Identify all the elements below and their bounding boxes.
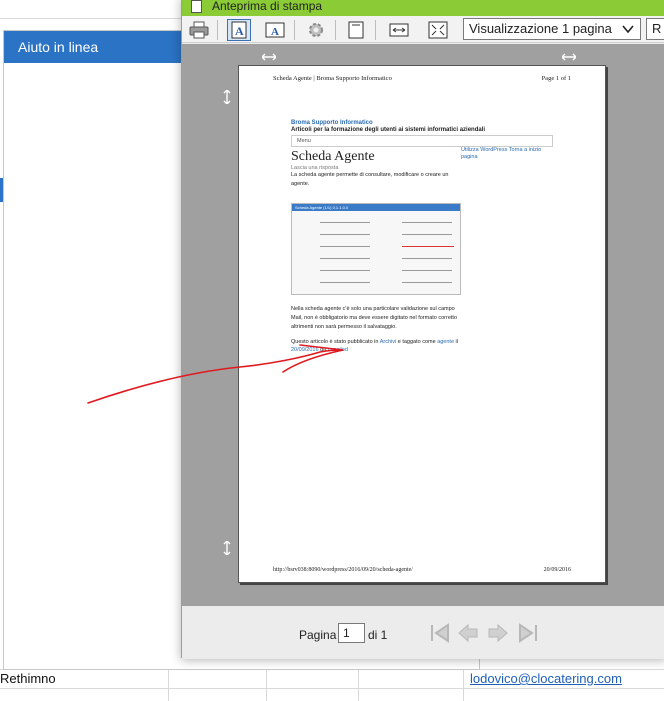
toolbar-separator <box>217 20 218 40</box>
next-page-icon[interactable] <box>487 622 509 644</box>
blog-tagline: Articoli per la formazione degli utenti … <box>291 127 486 133</box>
page-font-landscape-icon: A <box>265 22 285 38</box>
grid-line <box>0 688 664 689</box>
zoom-select-value: R <box>652 21 662 36</box>
meta-category: Archivi <box>379 339 397 345</box>
meta-author: consilod <box>327 347 348 353</box>
blog-menu: Menu <box>291 135 553 147</box>
form-field-line <box>320 282 370 283</box>
sidebar-links: Utilizza WordPress Torna a inizio pagina <box>461 147 542 160</box>
page-footer-date: 20/09/2016 <box>543 567 571 573</box>
page-icon <box>348 21 364 39</box>
form-field-line <box>402 270 452 271</box>
margin-right-handle-icon[interactable] <box>562 50 576 64</box>
cell-city[interactable]: Rethimno <box>0 671 56 686</box>
view-mode-value: Visualizzazione 1 pagina <box>469 21 612 36</box>
meta-date: 20/09/2016 <box>291 347 319 353</box>
svg-text:A: A <box>271 26 279 38</box>
print-preview-window: Anteprima di stampa A A Visualizzazione … <box>181 0 664 659</box>
page-font-icon: A <box>231 21 247 39</box>
embedded-screenshot-title: Scheda Agente (1/1) 0.1.1.0.0 <box>292 204 460 211</box>
form-field-line <box>402 222 452 223</box>
toolbar-separator <box>294 20 295 40</box>
first-page-icon[interactable] <box>429 622 451 644</box>
meta-mid: e taggato come <box>397 339 436 345</box>
form-field-line <box>402 258 452 259</box>
page-setup-button[interactable] <box>304 19 328 41</box>
meta-prefix: Questo articolo è stato pubblicato in <box>291 339 379 345</box>
post-intro: La scheda agente permette di consultare,… <box>291 172 449 187</box>
form-field-line <box>320 246 370 247</box>
document-icon <box>191 0 202 13</box>
chevron-down-icon <box>622 25 634 34</box>
page-label: Pagina <box>299 628 337 642</box>
fit-page-icon <box>428 21 448 39</box>
toolbar-separator <box>335 20 336 40</box>
view-mode-select[interactable]: Visualizzazione 1 pagina <box>463 18 641 40</box>
page-number-input[interactable]: 1 <box>338 623 365 643</box>
form-field-error-line <box>402 246 454 247</box>
toolbar-separator <box>375 20 376 40</box>
meta-date-prefix: il <box>455 339 458 345</box>
form-field-line <box>402 282 452 283</box>
form-field-line <box>320 222 370 223</box>
landscape-orientation-button[interactable]: A <box>263 19 287 41</box>
form-field-line <box>320 234 370 235</box>
portrait-orientation-button[interactable]: A <box>227 19 251 41</box>
fit-page-button[interactable] <box>426 19 450 41</box>
margin-top-handle-icon[interactable] <box>220 90 234 104</box>
embedded-screenshot: Scheda Agente (1/1) 0.1.1.0.0 <box>291 203 461 295</box>
margin-left-handle-icon[interactable] <box>262 50 276 64</box>
page-header-left: Scheda Agente | Broma Supporto Informati… <box>273 75 392 82</box>
meta-by: da <box>320 347 327 353</box>
print-button[interactable] <box>187 19 211 41</box>
email-link[interactable]: lodovico@clocatering.com <box>470 671 622 686</box>
blog-name: Broma Supporto Informatico <box>291 120 373 126</box>
grid-line <box>0 18 181 19</box>
page-header-right: Page 1 of 1 <box>541 75 571 82</box>
previous-page-icon[interactable] <box>457 622 479 644</box>
form-field-line <box>320 270 370 271</box>
preview-canvas[interactable]: Scheda Agente | Broma Supporto Informati… <box>182 44 664 606</box>
window-title: Anteprima di stampa <box>212 0 323 13</box>
printer-icon <box>189 21 209 39</box>
margin-bottom-handle-icon[interactable] <box>220 541 234 555</box>
post-body: Nella scheda agente c'è solo una partico… <box>291 306 458 330</box>
page-content: Broma Supporto Informatico Articoli per … <box>291 120 553 354</box>
form-field-line <box>320 258 370 259</box>
gear-icon <box>309 23 323 37</box>
post-meta: Questo articolo è stato pubblicato in Ar… <box>291 338 461 354</box>
page-count-label: di 1 <box>368 628 388 642</box>
window-titlebar[interactable]: Anteprima di stampa <box>182 0 664 16</box>
fit-width-button[interactable] <box>387 19 411 41</box>
page-footer-url: http://bsrv038:8090/wordpress/2016/09/20… <box>273 567 413 573</box>
preview-page: Scheda Agente | Broma Supporto Informati… <box>238 65 606 583</box>
last-page-icon[interactable] <box>517 622 539 644</box>
meta-tag: agente <box>437 339 455 345</box>
svg-text:A: A <box>235 24 244 38</box>
single-page-view-button[interactable] <box>344 19 368 41</box>
zoom-select[interactable]: R <box>646 18 664 40</box>
pager-bar: Pagina 1 di 1 <box>182 606 664 659</box>
form-field-line <box>402 234 452 235</box>
fit-width-icon <box>389 23 409 37</box>
preview-toolbar: A A Visualizzazione 1 pagina R <box>182 16 664 43</box>
